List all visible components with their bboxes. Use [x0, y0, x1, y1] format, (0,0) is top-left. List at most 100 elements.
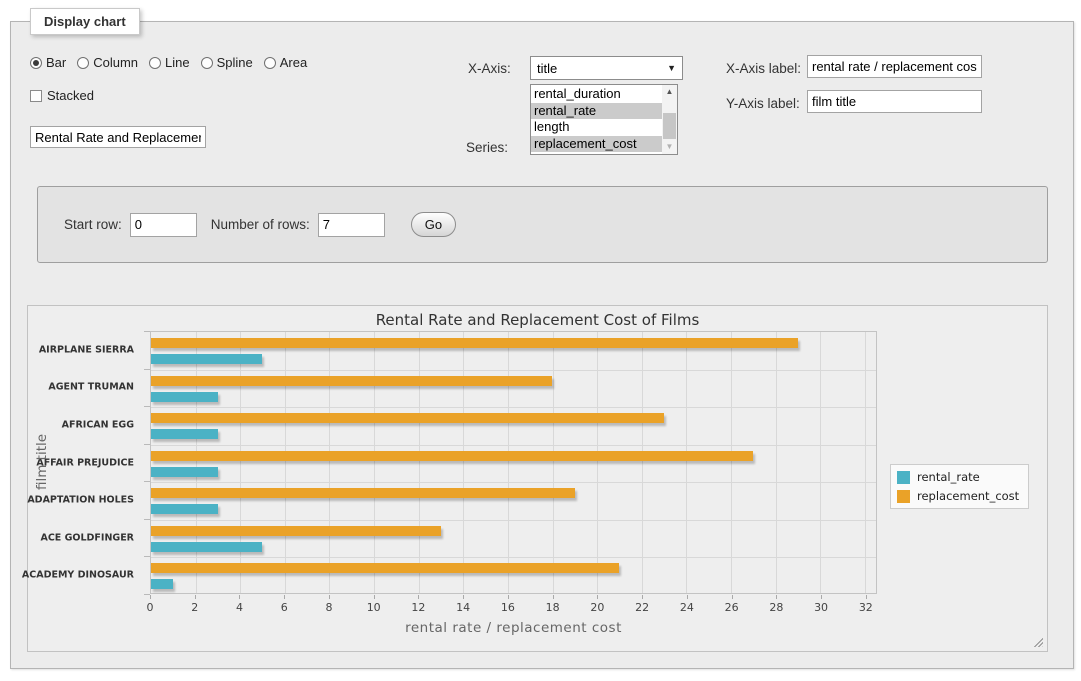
- x-tick-label: 2: [191, 601, 198, 614]
- gridline-horizontal: [151, 482, 876, 483]
- bar-replacement_cost: [151, 376, 552, 386]
- scroll-down-icon[interactable]: ▼: [662, 140, 677, 154]
- chart-type-radio-bar[interactable]: Bar: [30, 55, 66, 70]
- chart-type-radio-label: Spline: [217, 55, 253, 70]
- bar-replacement_cost: [151, 413, 664, 423]
- legend-label: replacement_cost: [917, 489, 1019, 503]
- bar-rental_rate: [151, 579, 173, 589]
- x-axis: 02468101214161820222426283032: [150, 595, 877, 621]
- gridline-vertical: [686, 332, 687, 593]
- x-tick-mark: [508, 595, 509, 599]
- legend-swatch-icon: [897, 490, 910, 503]
- y-tick-mark: [144, 331, 150, 332]
- chart-type-radio-line[interactable]: Line: [149, 55, 190, 70]
- x-tick-label: 30: [814, 601, 828, 614]
- gridline-vertical: [285, 332, 286, 593]
- series-options: rental_durationrental_ratelengthreplacem…: [531, 86, 662, 152]
- gridline-vertical: [374, 332, 375, 593]
- stacked-option[interactable]: Stacked: [30, 88, 94, 103]
- x-tick-label: 14: [456, 601, 470, 614]
- chart-type-radio-label: Line: [165, 55, 190, 70]
- chart-title-input[interactable]: [30, 126, 206, 148]
- gridline-vertical: [597, 332, 598, 593]
- chart-type-radio-label: Area: [280, 55, 307, 70]
- bar-replacement_cost: [151, 451, 753, 461]
- page: { "fieldset": { "legend": "Display chart…: [0, 0, 1081, 681]
- x-tick-label: 4: [236, 601, 243, 614]
- number-of-rows-input[interactable]: [318, 213, 385, 237]
- x-tick-mark: [732, 595, 733, 599]
- series-option-rental_duration[interactable]: rental_duration: [531, 86, 662, 103]
- gridline-vertical: [865, 332, 866, 593]
- bar-rental_rate: [151, 354, 262, 364]
- x-axis-label-field-label: X-Axis label:: [726, 61, 801, 76]
- series-option-rental_rate[interactable]: rental_rate: [531, 103, 662, 120]
- gridline-vertical: [240, 332, 241, 593]
- chart-type-radio-group: Bar Column Line Spline Area: [30, 55, 307, 70]
- radio-icon[interactable]: [264, 57, 276, 69]
- scrollbar-thumb[interactable]: [663, 113, 676, 139]
- chart-type-radio-area[interactable]: Area: [264, 55, 307, 70]
- x-tick-label: 0: [147, 601, 154, 614]
- x-tick-label: 26: [725, 601, 739, 614]
- series-option-replacement_cost[interactable]: replacement_cost: [531, 136, 662, 153]
- start-row-input[interactable]: [130, 213, 197, 237]
- x-tick-label: 12: [411, 601, 425, 614]
- x-tick-label: 16: [501, 601, 515, 614]
- plot-grid: [150, 331, 877, 594]
- y-tick-mark: [144, 444, 150, 445]
- stacked-checkbox[interactable]: [30, 90, 42, 102]
- bar-rental_rate: [151, 392, 218, 402]
- gridline-vertical: [329, 332, 330, 593]
- x-tick-mark: [553, 595, 554, 599]
- chart-panel: Rental Rate and Replacement Cost of Film…: [27, 305, 1048, 652]
- gridline-horizontal: [151, 520, 876, 521]
- x-tick-mark: [150, 595, 151, 599]
- x-axis-select[interactable]: title ▼: [530, 56, 683, 80]
- series-multiselect[interactable]: rental_durationrental_ratelengthreplacem…: [530, 84, 678, 155]
- y-tick-label: AGENT TRUMAN: [48, 382, 134, 393]
- chart-type-radio-column[interactable]: Column: [77, 55, 138, 70]
- go-button[interactable]: Go: [411, 212, 456, 237]
- y-axis-label-input[interactable]: [807, 90, 982, 113]
- chart-type-radio-spline[interactable]: Spline: [201, 55, 253, 70]
- y-tick-label: AIRPLANE SIERRA: [39, 344, 134, 355]
- radio-icon[interactable]: [149, 57, 161, 69]
- x-tick-mark: [463, 595, 464, 599]
- bar-rental_rate: [151, 467, 218, 477]
- legend-item-replacement_cost: replacement_cost: [897, 489, 1019, 503]
- chart-type-radio-label: Bar: [46, 55, 66, 70]
- gridline-horizontal: [151, 370, 876, 371]
- gridline-vertical: [196, 332, 197, 593]
- scroll-up-icon[interactable]: ▲: [662, 85, 677, 99]
- x-tick-label: 22: [635, 601, 649, 614]
- x-tick-mark: [284, 595, 285, 599]
- chevron-down-icon: ▼: [667, 63, 676, 73]
- x-tick-mark: [642, 595, 643, 599]
- series-select-label: Series:: [466, 140, 508, 155]
- stacked-label: Stacked: [47, 88, 94, 103]
- y-tick-label: AFFAIR PREJUDICE: [36, 457, 134, 468]
- gridline-vertical: [508, 332, 509, 593]
- resize-handle-icon[interactable]: [1032, 636, 1043, 647]
- radio-icon[interactable]: [201, 57, 213, 69]
- bar-replacement_cost: [151, 563, 619, 573]
- x-tick-mark: [195, 595, 196, 599]
- x-tick-label: 6: [281, 601, 288, 614]
- x-axis-title: rental rate / replacement cost: [150, 620, 877, 636]
- x-tick-mark: [374, 595, 375, 599]
- x-tick-mark: [866, 595, 867, 599]
- bar-rental_rate: [151, 504, 218, 514]
- y-tick-label: ACADEMY DINOSAUR: [22, 570, 134, 581]
- series-scrollbar[interactable]: ▲ ▼: [662, 85, 677, 154]
- y-tick-label: AFRICAN EGG: [62, 419, 134, 430]
- gridline-vertical: [463, 332, 464, 593]
- y-tick-mark: [144, 594, 150, 595]
- x-axis-label-input[interactable]: [807, 55, 982, 78]
- series-option-length[interactable]: length: [531, 119, 662, 136]
- radio-icon[interactable]: [77, 57, 89, 69]
- gridline-vertical: [419, 332, 420, 593]
- radio-icon[interactable]: [30, 57, 42, 69]
- y-axis-title: film title: [34, 434, 50, 490]
- x-tick-mark: [239, 595, 240, 599]
